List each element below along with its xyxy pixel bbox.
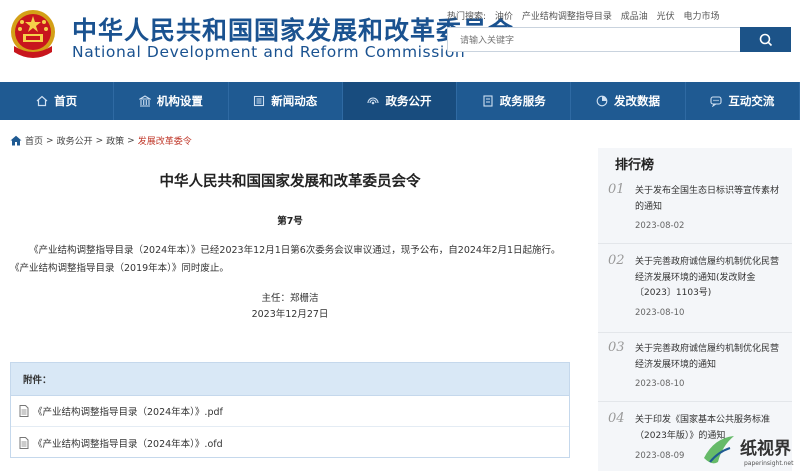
file-icon bbox=[19, 405, 29, 417]
broadcast-icon bbox=[367, 97, 380, 105]
article-signature: 主任：郑栅洁 2023年12月27日 bbox=[10, 291, 570, 323]
hot-search-term[interactable]: 油价 bbox=[495, 12, 513, 22]
nav-item-interaction[interactable]: 互动交流 bbox=[686, 82, 800, 120]
breadcrumb-item-policy[interactable]: 政策 bbox=[106, 134, 124, 147]
home-icon bbox=[36, 95, 48, 107]
main-nav: 首页 机构设置 新闻动态 政务公开 政务服务 发改数据 互动交流 bbox=[0, 82, 800, 120]
nav-item-home[interactable]: 首页 bbox=[0, 82, 115, 120]
nav-item-label: 新闻动态 bbox=[271, 94, 318, 108]
nav-item-data[interactable]: 发改数据 bbox=[571, 82, 686, 120]
ranking-item-date: 2023-08-10 bbox=[635, 308, 685, 318]
ranking-item[interactable]: 03 关于完善政府诚信履约机制优化民营经济发展环境的通知 2023-08-10 bbox=[598, 340, 792, 402]
breadcrumb-item-gov-affairs[interactable]: 政务公开 bbox=[57, 134, 93, 147]
breadcrumb-separator: > bbox=[127, 135, 135, 146]
article-date: 2023年12月27日 bbox=[251, 309, 329, 320]
breadcrumb-separator: > bbox=[95, 135, 104, 146]
nav-item-label: 互动交流 bbox=[728, 94, 775, 108]
ranking-item-date: 2023-08-09 bbox=[635, 451, 685, 461]
ranking-item-title[interactable]: 关于完善政府诚信履约机制优化民营经济发展环境的通知(发改财金〔2023〕1103… bbox=[635, 255, 785, 302]
building-icon bbox=[138, 95, 151, 107]
nav-item-label: 机构设置 bbox=[156, 94, 203, 108]
breadcrumb: 首页 > 政务公开 > 政策 > 发展改革委令 bbox=[10, 134, 192, 147]
hot-search-bar: 热门搜索: 油价 产业结构调整指导目录 成品油 光伏 电力市场 bbox=[447, 9, 726, 22]
hot-search-term[interactable]: 产业结构调整指导目录 bbox=[522, 12, 612, 22]
file-icon bbox=[19, 436, 29, 449]
search-input[interactable] bbox=[448, 29, 740, 53]
breadcrumb-current[interactable]: 发展改革委令 bbox=[138, 134, 192, 147]
national-emblem-icon[interactable] bbox=[8, 6, 58, 64]
chat-icon bbox=[710, 96, 722, 107]
attachment-item[interactable]: 《产业结构调整指导目录（2024年本）》.pdf bbox=[11, 396, 569, 427]
ranking-item-date: 2023-08-02 bbox=[635, 221, 685, 231]
breadcrumb-separator: > bbox=[46, 135, 54, 146]
nav-item-label: 首页 bbox=[54, 94, 78, 108]
nav-item-label: 发改数据 bbox=[614, 94, 661, 108]
ranking-number: 04 bbox=[608, 411, 625, 426]
hot-search-label: 热门搜索: bbox=[447, 12, 487, 22]
ranking-title: 排行榜 bbox=[615, 157, 655, 173]
article-title: 中华人民共和国国家发展和改革委员会令 bbox=[159, 174, 421, 190]
search-button[interactable] bbox=[740, 27, 791, 52]
watermark-subtext: paperinsight.net bbox=[744, 460, 794, 467]
site-title-en[interactable]: National Development and Reform Commissi… bbox=[72, 43, 465, 61]
attachment-item[interactable]: 《产业结构调整指导目录（2024年本）》.ofd bbox=[11, 427, 569, 458]
search-icon bbox=[759, 33, 772, 46]
news-icon bbox=[254, 95, 265, 107]
ranking-item-title[interactable]: 关于完善政府诚信履约机制优化民营经济发展环境的通知 bbox=[635, 342, 785, 373]
document-icon bbox=[483, 95, 493, 107]
hot-search-term[interactable]: 成品油 bbox=[621, 12, 648, 22]
attachment-link[interactable]: 《产业结构调整指导目录（2024年本）》.pdf bbox=[33, 404, 223, 418]
article-body: 《产业结构调整指导目录（2024年本）》已经2023年12月1日第6次委务会议审… bbox=[10, 245, 561, 274]
ranking-number: 01 bbox=[608, 182, 625, 197]
nav-item-gov-affairs[interactable]: 政务公开 bbox=[342, 82, 458, 120]
search-box bbox=[447, 27, 741, 53]
ranking-number: 03 bbox=[608, 340, 625, 355]
nav-item-news[interactable]: 新闻动态 bbox=[229, 82, 343, 120]
attachments-header: 附件： bbox=[11, 363, 569, 396]
ranking-panel: 排行榜 01 关于发布全国生态日标识等宣传素材的通知 2023-08-02 02… bbox=[598, 148, 792, 471]
nav-item-label: 政务公开 bbox=[385, 94, 432, 108]
ranking-number: 02 bbox=[608, 253, 625, 268]
site-header: 中华人民共和国国家发展和改革委员会 National Development a… bbox=[0, 0, 800, 82]
watermark-text: 纸视界 bbox=[740, 439, 791, 459]
attachment-link[interactable]: 《产业结构调整指导目录（2024年本）》.ofd bbox=[33, 436, 223, 450]
ranking-item-date: 2023-08-10 bbox=[635, 379, 685, 389]
nav-item-organization[interactable]: 机构设置 bbox=[114, 82, 229, 120]
pie-chart-icon bbox=[596, 95, 608, 107]
home-icon bbox=[10, 135, 22, 146]
article-number: 第7号 bbox=[277, 216, 303, 227]
ranking-item-title[interactable]: 关于发布全国生态日标识等宣传素材的通知 bbox=[635, 184, 785, 215]
attachments-panel: 附件： 《产业结构调整指导目录（2024年本）》.pdf 《产业结构调整指导目录… bbox=[10, 362, 570, 458]
hot-search-term[interactable]: 电力市场 bbox=[683, 12, 719, 22]
breadcrumb-item-home[interactable]: 首页 bbox=[25, 134, 43, 147]
ranking-item[interactable]: 02 关于完善政府诚信履约机制优化民营经济发展环境的通知(发改财金〔2023〕1… bbox=[598, 253, 792, 333]
hot-search-term[interactable]: 光伏 bbox=[657, 12, 675, 22]
ranking-item[interactable]: 01 关于发布全国生态日标识等宣传素材的通知 2023-08-02 bbox=[598, 182, 792, 244]
article-signer: 主任：郑栅洁 bbox=[261, 293, 319, 304]
nav-item-gov-services[interactable]: 政务服务 bbox=[457, 82, 572, 120]
nav-item-label: 政务服务 bbox=[499, 94, 546, 108]
